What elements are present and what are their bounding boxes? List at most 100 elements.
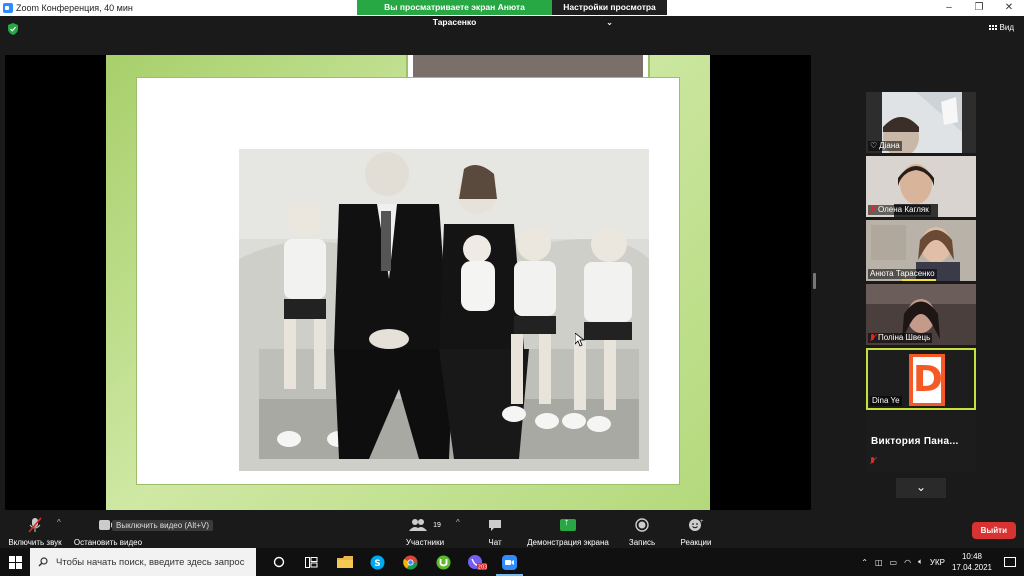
dina-avatar: D	[909, 354, 945, 406]
participants-options-caret[interactable]: ^	[456, 518, 460, 527]
participant-tile-active-speaker[interactable]: D Dina Ye	[866, 348, 976, 410]
file-explorer-button[interactable]	[328, 548, 361, 576]
skype-icon: S	[370, 555, 385, 569]
participant-tile-video-off[interactable]: Виктория Пана...	[866, 412, 976, 472]
chat-icon	[489, 519, 501, 531]
viewing-share-message: Вы просматриваете экран Анюта Тарасенко	[357, 0, 552, 27]
participant-name-tag: Поліна Швець	[868, 333, 933, 343]
participant-tile[interactable]: Поліна Швець	[866, 284, 976, 345]
window-controls: – ❐ ✕	[934, 0, 1024, 16]
system-tray: ⌃ ◫ ▭ ◠ 🔈︎ УКР 10:48 17.04.2021	[861, 548, 1024, 576]
mic-muted-icon	[870, 334, 876, 342]
shared-screen	[5, 55, 811, 510]
participant-name-tag: Олена Кагляк	[868, 205, 931, 215]
search-placeholder: Чтобы начать поиск, введите здесь запрос	[56, 556, 245, 568]
leave-meeting-button[interactable]: Выйти	[971, 522, 1016, 539]
audio-options-caret[interactable]: ^	[57, 518, 61, 527]
clock[interactable]: 10:48 17.04.2021	[952, 551, 992, 573]
heart-icon: ♡	[870, 141, 878, 150]
zoom-taskbar-button[interactable]	[493, 548, 526, 576]
screen-share-banner: Вы просматриваете экран Анюта Тарасенко …	[357, 0, 667, 27]
participant-name-tag: Анюта Тарасенко	[868, 269, 937, 279]
search-icon	[38, 557, 48, 567]
participant-tile[interactable]: Анюта Тарасенко	[866, 220, 976, 281]
record-icon	[635, 518, 649, 532]
task-view-icon	[305, 556, 318, 568]
speaking-indicator	[902, 279, 936, 281]
unmute-label: Включить звук	[8, 538, 62, 547]
skype-button[interactable]: S	[361, 548, 394, 576]
share-screen-button[interactable]: Демонстрация экрана	[524, 516, 612, 547]
family-photo	[239, 149, 649, 471]
view-button[interactable]: Вид	[988, 23, 1014, 32]
chrome-icon	[403, 555, 418, 569]
zoom-window: Zoom Конференция, 40 мин – ❐ ✕ Вы просма…	[0, 0, 1024, 576]
reactions-smile-icon: +	[689, 519, 704, 531]
chat-button[interactable]: Чат	[480, 516, 510, 547]
windows-taskbar: Чтобы начать поиск, введите здесь запрос…	[0, 548, 1024, 576]
minimize-button[interactable]: –	[934, 0, 964, 16]
chrome-button[interactable]	[394, 548, 427, 576]
zoom-app-icon	[3, 3, 13, 13]
chevron-down-icon: ⌄	[915, 480, 927, 494]
participants-button[interactable]: 19 Участники	[401, 516, 449, 547]
slide-content-frame	[136, 77, 680, 485]
participants-count: 19	[433, 521, 441, 529]
participant-name-tag: ♡ Діана	[868, 141, 902, 151]
windows-logo-icon	[8, 555, 22, 569]
view-label: Вид	[999, 23, 1014, 32]
unmute-button[interactable]: Включить звук	[6, 516, 64, 547]
taskbar-apps: S 203	[262, 548, 526, 576]
wifi-icon[interactable]: ◠	[904, 558, 911, 567]
mic-muted-icon	[28, 517, 42, 533]
participant-name-large: Виктория Пана...	[871, 436, 959, 447]
share-screen-icon	[560, 517, 576, 531]
participants-label: Участники	[405, 538, 445, 547]
participant-tile[interactable]: Олена Кагляк	[866, 156, 976, 217]
clock-date: 17.04.2021	[951, 563, 992, 572]
participants-scroll-down-button[interactable]: ⌄	[896, 478, 946, 498]
chat-label: Чат	[488, 538, 502, 547]
file-explorer-icon	[336, 556, 353, 568]
stop-video-label: Остановить видео	[73, 538, 143, 547]
svg-text:S: S	[374, 559, 380, 569]
avatar-letter: D	[913, 357, 943, 403]
grid-view-icon	[988, 25, 997, 30]
security-shield-icon[interactable]	[8, 23, 18, 35]
language-indicator[interactable]: УКР	[930, 558, 945, 567]
network-icon[interactable]: ◫	[875, 558, 883, 567]
mouse-cursor-icon	[575, 333, 585, 347]
viber-button[interactable]: 203	[460, 548, 493, 576]
mic-muted-icon	[870, 452, 876, 470]
close-button[interactable]: ✕	[994, 0, 1024, 16]
window-title: Zoom Конференция, 40 мин	[16, 3, 133, 13]
maximize-button[interactable]: ❐	[964, 0, 994, 16]
svg-text:+: +	[700, 519, 704, 525]
task-view-button[interactable]	[295, 548, 328, 576]
viber-icon: 203	[467, 555, 487, 571]
svg-text:203: 203	[477, 565, 486, 571]
notifications-icon[interactable]	[1004, 557, 1016, 567]
view-options-dropdown[interactable]: Настройки просмотра ⌄	[552, 0, 667, 27]
panel-resize-handle[interactable]	[813, 273, 816, 289]
tray-overflow-icon[interactable]: ⌃	[861, 558, 868, 567]
taskbar-search[interactable]: Чтобы начать поиск, введите здесь запрос	[30, 548, 256, 576]
start-button[interactable]	[0, 548, 30, 576]
utorrent-button[interactable]	[427, 548, 460, 576]
battery-icon[interactable]: ▭	[890, 558, 898, 567]
chevron-down-icon: ⌄	[605, 17, 614, 27]
utorrent-icon	[436, 555, 451, 569]
participant-name-tag: Dina Ye	[870, 396, 902, 406]
zoom-icon	[502, 554, 517, 570]
participant-tile[interactable]: ♡ Діана	[866, 92, 976, 153]
record-label: Запись	[628, 538, 656, 547]
mic-muted-icon	[870, 206, 876, 214]
reactions-label: Реакции	[680, 538, 712, 547]
reactions-button[interactable]: + Реакции	[677, 516, 715, 547]
volume-icon[interactable]: 🔈︎	[918, 557, 923, 567]
presentation-slide	[106, 55, 710, 510]
cortana-button[interactable]	[262, 548, 295, 576]
meeting-topbar: Вид	[0, 16, 1024, 42]
record-button[interactable]: Запись	[625, 516, 659, 547]
video-tooltip: Выключить видео (Alt+V)	[112, 520, 214, 531]
